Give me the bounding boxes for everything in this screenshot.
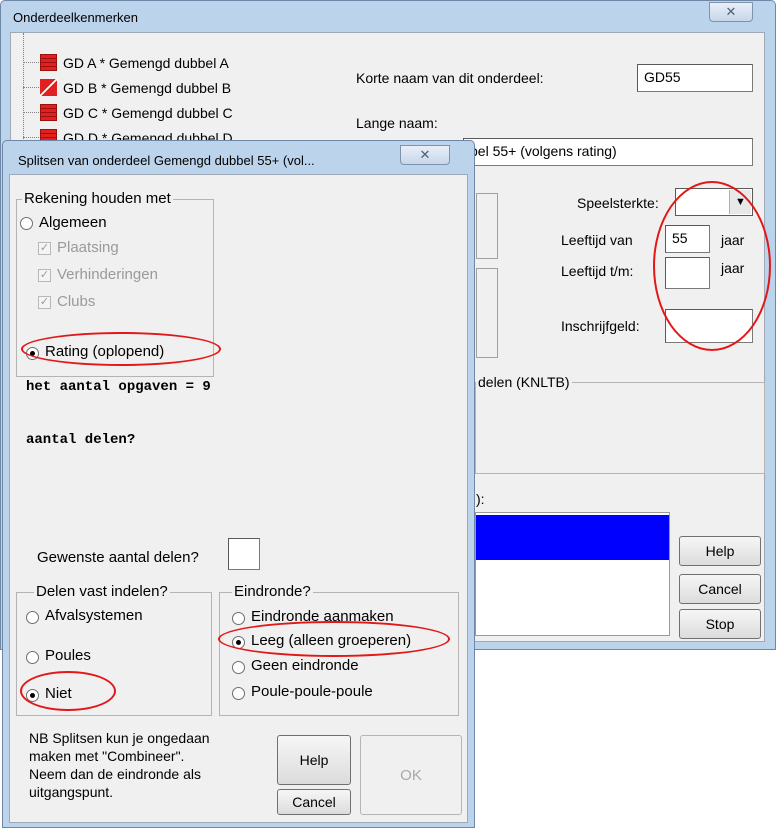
inschrijfgeld-label: Inschrijfgeld: [561,318,640,334]
leeg-radio[interactable] [232,636,245,649]
splitsen-dialog: Splitsen van onderdeel Gemengd dubbel 55… [2,140,475,828]
geen-eindronde-radio[interactable] [232,661,245,674]
cancel-button[interactable]: Cancel [277,789,351,815]
note-line: NB Splitsen kun je ongedaan [29,730,210,746]
clubs-label: Clubs [57,293,96,310]
verhinderingen-label: Verhinderingen [57,266,158,283]
dialog-title: Splitsen van onderdeel Gemengd dubbel 55… [18,153,315,168]
tree-item-label: GD B * Gemengd dubbel B [63,80,232,96]
algemeen-label[interactable]: Algemeen [39,214,107,231]
aantal-opgaven-text: het aantal opgaven = 9 [26,379,211,395]
poules-label[interactable]: Poules [45,647,91,664]
list-row-selected[interactable] [476,515,669,560]
cancel-button[interactable]: Cancel [679,574,761,604]
speelsterkte-select[interactable]: ▼ [675,188,753,216]
verhinderingen-checkbox[interactable]: ✓ [38,269,51,282]
close-icon[interactable]: ✕ [400,145,450,165]
clubs-checkbox[interactable]: ✓ [38,296,51,309]
eindronde-aanmaken-label[interactable]: Eindronde aanmaken [251,608,394,625]
chevron-down-icon[interactable]: ▼ [729,190,751,214]
long-name-field[interactable]: bel 55+ (volgens rating) [463,138,753,166]
inschrijfgeld-field[interactable] [665,309,753,343]
division-icon [40,54,57,71]
help-button[interactable]: Help [679,536,761,566]
rekening-legend: Rekening houden met [22,190,173,207]
poules-radio[interactable] [26,651,39,664]
close-icon[interactable]: ✕ [709,2,753,22]
eindronde-legend: Eindronde? [232,583,313,600]
tree-item[interactable]: GD A * Gemengd dubbel A [23,53,343,73]
leeftijd-van-field[interactable]: 55 [665,225,710,253]
poule-poule-poule-radio[interactable] [232,687,245,700]
aantal-delen-prompt: aantal delen? [26,432,136,448]
afvalsystemen-label[interactable]: Afvalsystemen [45,607,143,624]
selection-list[interactable] [475,512,670,636]
niet-radio[interactable] [26,689,39,702]
knltb-group [475,382,765,474]
poule-poule-poule-label[interactable]: Poule-poule-poule [251,683,373,700]
stop-button[interactable]: Stop [679,609,761,639]
tree-item-label: GD C * Gemengd dubbel C [63,105,233,121]
rating-label[interactable]: Rating (oplopend) [45,343,164,360]
leeg-label[interactable]: Leeg (alleen groeperen) [251,632,411,649]
gewenste-label: Gewenste aantal delen? [37,549,199,566]
jaar-label: jaar [721,260,745,276]
tree-item-label: GD A * Gemengd dubbel A [63,55,229,71]
algemeen-radio[interactable] [20,217,33,230]
tree-item[interactable]: GD C * Gemengd dubbel C [23,103,343,123]
panel-box [476,193,498,259]
short-name-field[interactable]: GD55 [637,64,753,92]
leeftijd-tm-field[interactable] [665,257,710,289]
division-icon [40,104,57,121]
gewenste-field[interactable] [228,538,260,570]
long-name-label: Lange naam: [356,115,438,131]
rating-radio[interactable] [26,347,39,360]
division-icon [40,79,57,96]
dialog-client: Rekening houden met Algemeen ✓ Plaatsing… [9,174,468,823]
afvalsystemen-radio[interactable] [26,611,39,624]
ok-button[interactable]: OK [360,735,462,815]
list-label: ): [476,491,485,507]
speelsterkte-label: Speelsterkte: [577,195,659,211]
geen-eindronde-label[interactable]: Geen eindronde [251,657,359,674]
window-title: Onderdeelkenmerken [13,10,139,25]
help-button[interactable]: Help [277,735,351,785]
plaatsing-label: Plaatsing [57,239,119,256]
leeftijd-tm-label: Leeftijd t/m: [561,263,634,279]
jaar-label: jaar [721,232,745,248]
panel-box [476,268,498,358]
leeftijd-van-label: Leeftijd van [561,232,633,248]
tree-item[interactable]: GD B * Gemengd dubbel B [23,78,343,98]
niet-label[interactable]: Niet [45,685,72,702]
note-line: Neem dan de eindronde als [29,766,202,782]
knltb-group-label: delen (KNLTB) [476,374,572,390]
note-line: uitgangspunt. [29,784,114,800]
note-line: maken met "Combineer". [29,748,185,764]
plaatsing-checkbox[interactable]: ✓ [38,242,51,255]
eindronde-aanmaken-radio[interactable] [232,612,245,625]
short-name-label: Korte naam van dit onderdeel: [356,70,544,86]
delen-legend: Delen vast indelen? [34,583,170,600]
